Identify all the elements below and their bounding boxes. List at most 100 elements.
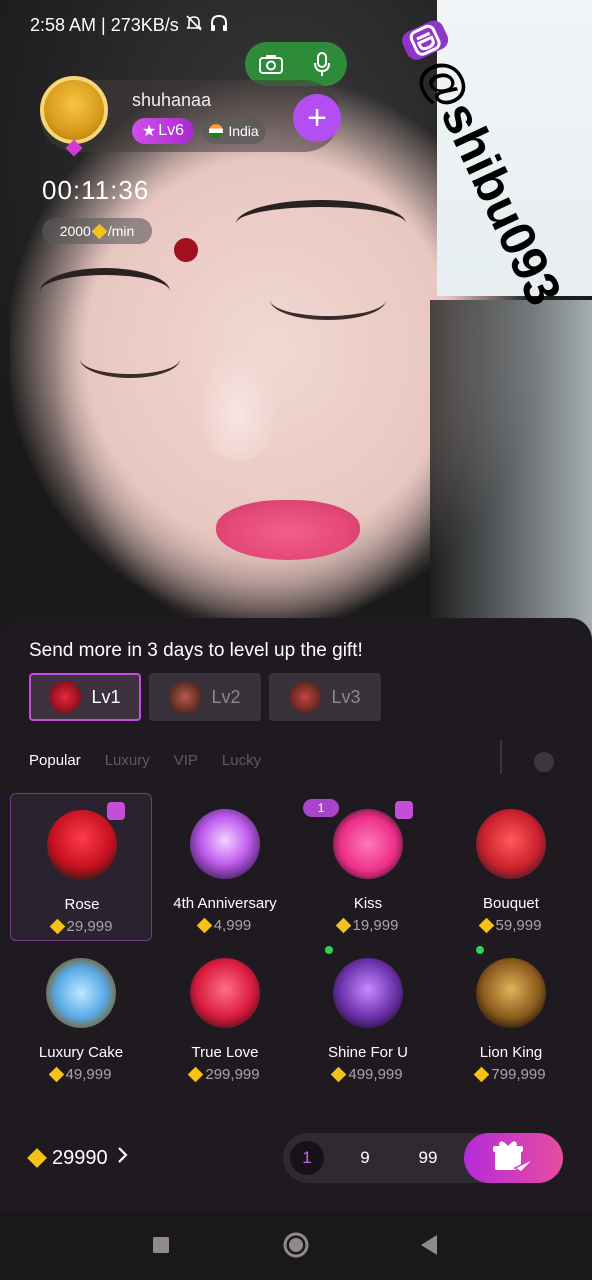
- diamond-icon: [48, 1066, 64, 1083]
- gift-price: 299,999: [154, 1066, 296, 1083]
- quantity-option-9[interactable]: 9: [348, 1141, 382, 1175]
- rose-lv2-icon: [169, 681, 202, 713]
- gift-item-shine-for-u[interactable]: Shine For U 499,999: [297, 942, 439, 1090]
- level-tab-label: Lv1: [91, 686, 121, 707]
- lion-icon: [476, 958, 546, 1028]
- shine-icon: [333, 958, 403, 1028]
- signal-badge-icon: [395, 801, 413, 819]
- gift-name: True Love: [191, 1044, 259, 1061]
- diamond-icon: [196, 917, 212, 934]
- gift-name: Bouquet: [483, 895, 539, 912]
- gift-price-value: 299,999: [205, 1066, 260, 1083]
- rose-icon: [47, 810, 117, 880]
- send-gift-button[interactable]: [464, 1133, 563, 1183]
- gift-item-kiss[interactable]: 1 Kiss 19,999: [297, 793, 439, 941]
- online-dot: [325, 946, 333, 954]
- rate-unit: /min: [107, 223, 135, 239]
- cake-icon: [46, 958, 116, 1028]
- gift-price: 49,999: [10, 1066, 152, 1083]
- gift-item-bouquet[interactable]: Bouquet 59,999: [440, 793, 582, 941]
- level-tab-3[interactable]: Lv3: [269, 673, 381, 721]
- category-popular[interactable]: Popular: [29, 752, 81, 769]
- eye-left: [80, 340, 180, 378]
- country-badge: India: [202, 118, 266, 144]
- gift-send-icon: [491, 1138, 537, 1179]
- diamond-icon: [474, 1066, 490, 1083]
- diamond-icon: [335, 917, 351, 934]
- status-bar: 2:58 AM | 273KB/s: [30, 14, 229, 37]
- nose: [198, 350, 278, 460]
- avatar-frame: [40, 76, 108, 144]
- diamond-icon: [91, 223, 108, 239]
- backpack-icon[interactable]: [534, 752, 554, 772]
- count-badge: 1: [303, 799, 339, 817]
- gift-price: 59,999: [440, 917, 582, 934]
- gift-price: 4,999: [154, 917, 296, 934]
- rate-value: 2000: [59, 223, 91, 239]
- microphone-icon[interactable]: [308, 50, 336, 78]
- gift-name: Luxury Cake: [38, 1044, 124, 1061]
- gift-item-anniversary[interactable]: 4th Anniversary 4,999: [154, 793, 296, 941]
- quantity-option-1[interactable]: 1: [290, 1141, 324, 1175]
- home-circle-icon[interactable]: [281, 1230, 311, 1260]
- camera-icon[interactable]: [257, 50, 285, 78]
- gift-name: Kiss: [353, 895, 383, 912]
- follow-plus-button[interactable]: +: [293, 94, 341, 142]
- gift-categories: Popular Luxury VIP Lucky: [29, 752, 261, 769]
- eye-right: [270, 280, 386, 320]
- bouquet-icon: [476, 809, 546, 879]
- diamond-icon: [478, 917, 494, 934]
- gift-item-true-love[interactable]: True Love 299,999: [154, 942, 296, 1090]
- category-divider: [500, 740, 502, 774]
- heart-icon: [190, 958, 260, 1028]
- gift-name: Shine For U: [327, 1044, 409, 1061]
- gift-item-rose[interactable]: Rose 29,999: [10, 793, 152, 941]
- level-text: Lv6: [158, 122, 185, 139]
- category-lucky[interactable]: Lucky: [222, 752, 261, 769]
- gift-item-luxury-cake[interactable]: Luxury Cake 49,999: [10, 942, 152, 1090]
- status-time: 2:58 AM | 273KB/s: [30, 15, 179, 35]
- country-name: India: [228, 123, 259, 139]
- diamond-icon: [27, 1148, 47, 1168]
- diamond-icon: [49, 918, 65, 935]
- india-flag-icon: [209, 124, 224, 138]
- diamond-icon: [188, 1066, 204, 1083]
- category-luxury[interactable]: Luxury: [105, 752, 150, 769]
- call-rate: 2000 /min: [42, 218, 152, 244]
- gift-name: 4th Anniversary: [173, 895, 277, 912]
- level-tab-1[interactable]: Lv1: [29, 673, 141, 721]
- headset-icon: [209, 14, 229, 37]
- gift-price: 29,999: [11, 918, 153, 935]
- gift-price-value: 59,999: [495, 917, 542, 934]
- hair-shadow: [430, 300, 592, 640]
- bindi: [174, 238, 198, 262]
- eyebrow-left: [40, 268, 170, 315]
- kiss-lips-icon: [333, 809, 403, 879]
- diamond-balance[interactable]: 29990: [27, 1146, 128, 1170]
- category-vip[interactable]: VIP: [174, 752, 198, 769]
- gift-price: 799,999: [440, 1066, 582, 1083]
- level-badge: ★ Lv6: [132, 118, 194, 144]
- gift-price-value: 49,999: [65, 1066, 112, 1083]
- level-tab-label: Lv3: [331, 686, 361, 707]
- level-tab-2[interactable]: Lv2: [149, 673, 261, 721]
- anniversary-icon: [190, 809, 260, 879]
- gift-item-lion-king[interactable]: Lion King 799,999: [440, 942, 582, 1090]
- recents-square-icon[interactable]: [146, 1230, 176, 1260]
- gift-price: 499,999: [297, 1066, 439, 1083]
- rose-lv1-icon: [49, 681, 82, 713]
- gift-price-value: 29,999: [66, 918, 113, 935]
- quantity-option-99[interactable]: 99: [411, 1141, 445, 1175]
- signal-badge-icon: [107, 802, 125, 820]
- lips: [216, 500, 360, 560]
- host-avatar[interactable]: [34, 70, 114, 157]
- bell-muted-icon: [185, 14, 203, 37]
- chevron-right-icon: [116, 1146, 128, 1170]
- diamond-icon: [331, 1066, 347, 1083]
- gift-panel-title: Send more in 3 days to level up the gift…: [29, 640, 363, 661]
- level-tab-label: Lv2: [211, 686, 241, 707]
- gift-price-value: 499,999: [348, 1066, 403, 1083]
- gift-price-value: 19,999: [352, 917, 399, 934]
- call-timer: 00:11:36: [42, 175, 150, 205]
- back-triangle-icon[interactable]: [414, 1230, 444, 1260]
